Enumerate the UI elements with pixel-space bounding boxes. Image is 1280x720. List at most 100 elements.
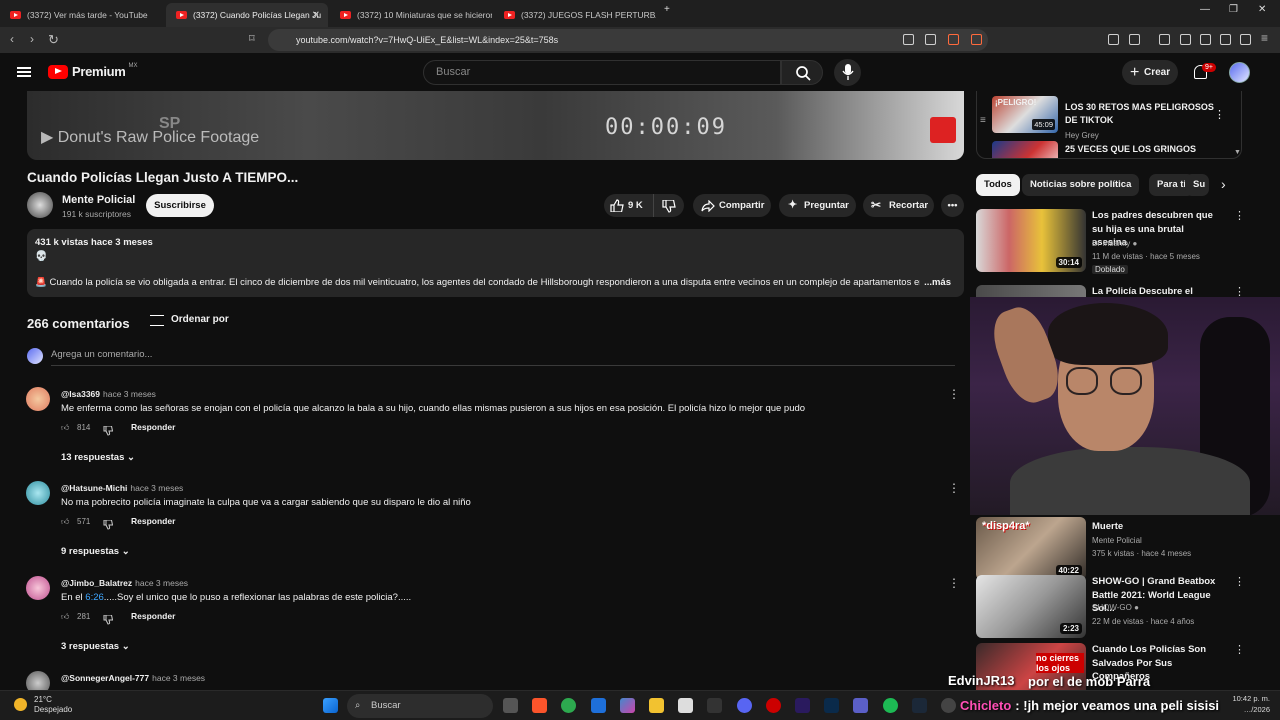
forward-icon[interactable]: › <box>30 32 34 46</box>
brave-shield-icon[interactable] <box>948 34 959 45</box>
recommended-video[interactable]: *disp4ra* 40:22 Muerte Mente Policial 37… <box>976 517 1242 581</box>
discord-app-icon[interactable] <box>737 698 752 713</box>
opera-app-icon[interactable] <box>766 698 781 713</box>
view-replies-button[interactable]: 13 respuestas ⌄ <box>61 452 135 463</box>
taskbar-search[interactable]: ⌕ Buscar <box>347 694 493 718</box>
vscode-app-icon[interactable] <box>591 698 606 713</box>
view-replies-button[interactable]: 9 respuestas ⌄ <box>61 546 130 557</box>
brave-rewards-icon[interactable] <box>971 34 982 45</box>
recommended-video[interactable]: 30:14 Los padres descubren que su hija e… <box>976 209 1245 274</box>
commenter-avatar[interactable] <box>26 576 50 600</box>
view-replies-button[interactable]: 3 respuestas ⌄ <box>61 641 130 652</box>
hamburger-menu-icon[interactable] <box>17 67 31 77</box>
playlist-item[interactable]: ¡PELIGRO! 45:09 LOS 30 RETOS MAS PELIGRO… <box>992 96 1241 140</box>
vpn-icon[interactable] <box>1240 34 1251 45</box>
comment-like-button[interactable]: 👍︎ 814 <box>61 423 90 432</box>
commenter-avatar[interactable] <box>26 671 50 690</box>
teams-app-icon[interactable] <box>853 698 868 713</box>
comment-author[interactable]: @Jimbo_Balatrez <box>61 578 132 588</box>
ask-button[interactable]: ✦ Preguntar <box>779 194 856 217</box>
system-clock[interactable]: 10:42 p. m. …/2026 <box>1218 693 1270 715</box>
create-button[interactable]: Crear <box>1122 60 1178 85</box>
wallet-icon[interactable] <box>1200 34 1211 45</box>
new-tab-icon[interactable]: + <box>664 4 670 15</box>
sidebar-icon[interactable] <box>1180 34 1191 45</box>
tab-search-icon[interactable] <box>1129 34 1140 45</box>
playlist-item-menu-icon[interactable]: ⋮ <box>1214 108 1225 121</box>
maximize-icon[interactable]: ❐ <box>1229 4 1238 15</box>
file-explorer-icon[interactable] <box>649 698 664 713</box>
clip-button[interactable]: ✂ Recortar <box>863 194 934 217</box>
comment-author[interactable]: @Hatsune-Michi <box>61 483 127 493</box>
leo-ai-icon[interactable] <box>1220 34 1231 45</box>
recommended-video[interactable]: 2:23 SHOW-GO | Grand Beatbox Battle 2021… <box>976 575 1245 639</box>
extensions-icon[interactable] <box>1108 34 1119 45</box>
comment-like-button[interactable]: 👍︎ 571 <box>61 517 90 526</box>
voice-search-button[interactable] <box>834 59 861 86</box>
spotify-app-icon[interactable] <box>883 698 898 713</box>
browser-tab[interactable]: (3372) 10 Miniaturas que se hicieron <box>330 3 492 27</box>
comment-menu-icon[interactable]: ⋮ <box>948 387 960 401</box>
chip-politics[interactable]: Noticias sobre política <box>1022 174 1140 196</box>
playlist-item[interactable]: 25 VECES QUE LOS GRINGOS <box>992 141 1241 158</box>
youtube-premium-logo[interactable]: Premium MX <box>48 63 138 79</box>
weather-widget[interactable]: 21°C Despejado <box>14 695 72 715</box>
back-icon[interactable]: ‹ <box>10 32 14 46</box>
minimize-icon[interactable]: — <box>1200 4 1210 15</box>
photoshop-app-icon[interactable] <box>824 698 839 713</box>
timestamp-link[interactable]: 6:26 <box>85 592 104 603</box>
account-avatar[interactable] <box>1229 62 1250 83</box>
comment-dislike-icon[interactable] <box>103 423 114 436</box>
cast-icon[interactable] <box>903 34 914 45</box>
like-button[interactable]: 9 K <box>604 194 653 217</box>
subscribe-button[interactable]: Suscribirse <box>146 194 214 217</box>
search-input[interactable]: Buscar <box>423 60 781 85</box>
dislike-button[interactable] <box>653 194 684 217</box>
comment-menu-icon[interactable]: ⋮ <box>948 576 960 590</box>
channel-name[interactable]: Mente Policial <box>62 194 135 206</box>
video-menu-icon[interactable]: ⋮ <box>1234 285 1242 297</box>
premiere-app-icon[interactable] <box>795 698 810 713</box>
task-view-icon[interactable] <box>503 698 518 713</box>
chrome-app-icon[interactable] <box>561 698 576 713</box>
comment-menu-icon[interactable]: ⋮ <box>948 481 960 495</box>
start-button-icon[interactable] <box>323 698 338 713</box>
comment-author[interactable]: @SonnegerAngel-777 <box>61 673 149 683</box>
more-actions-button[interactable]: ••• <box>941 194 964 217</box>
media-icon[interactable] <box>1159 34 1170 45</box>
steam-app-icon[interactable] <box>912 698 927 713</box>
reply-button[interactable]: Responder <box>131 611 175 621</box>
browser-tab[interactable]: (3372) Ver más tarde - YouTube <box>0 3 165 27</box>
close-window-icon[interactable]: ✕ <box>1258 4 1266 15</box>
share-icon[interactable] <box>925 34 936 45</box>
reload-icon[interactable]: ↻ <box>48 32 59 48</box>
description-box[interactable]: 431 k vistas hace 3 meses 💀 🚨 Cuando la … <box>27 229 964 297</box>
comment-dislike-icon[interactable] <box>103 612 114 625</box>
add-comment-input[interactable]: Agrega un comentario... <box>51 349 152 360</box>
app-icon[interactable] <box>707 698 722 713</box>
video-menu-icon[interactable]: ⋮ <box>1234 643 1242 656</box>
browser-tab-active[interactable]: (3372) Cuando Policías Llegan Ju ✕ <box>166 3 328 27</box>
bookmark-icon[interactable]: ⌑ <box>249 32 255 45</box>
video-player[interactable]: SP ▶ Donut's Raw Police Footage 00:00:09 <box>27 91 964 160</box>
reply-button[interactable]: Responder <box>131 422 175 432</box>
channel-avatar[interactable] <box>27 192 53 218</box>
recommended-video[interactable]: La Policía Descubre el Bosque ⋮ <box>976 285 1242 297</box>
url-field[interactable]: youtube.com/watch?v=7HwQ-UiEx_E&list=WL&… <box>268 29 988 51</box>
comment-dislike-icon[interactable] <box>103 517 114 530</box>
chip-all[interactable]: Todos <box>976 174 1020 196</box>
commenter-avatar[interactable] <box>26 481 50 505</box>
comment-author[interactable]: @Isa3369 <box>61 389 100 399</box>
close-tab-icon[interactable]: ✕ <box>312 10 320 21</box>
share-button[interactable]: Compartir <box>693 194 771 217</box>
video-menu-icon[interactable]: ⋮ <box>1234 209 1245 222</box>
scroll-down-icon[interactable]: ▼ <box>1234 149 1241 156</box>
browser-tab[interactable]: (3372) JUEGOS FLASH PERTURBADOR <box>494 3 656 27</box>
reply-button[interactable]: Responder <box>131 516 175 526</box>
drag-handle-icon[interactable]: ≡ <box>980 115 986 126</box>
copilot-app-icon[interactable] <box>620 698 635 713</box>
video-menu-icon[interactable]: ⋮ <box>1234 575 1245 588</box>
store-app-icon[interactable] <box>678 698 693 713</box>
chip-sub[interactable]: Su <box>1185 174 1209 196</box>
sort-by-button[interactable]: Ordenar por <box>150 314 229 326</box>
